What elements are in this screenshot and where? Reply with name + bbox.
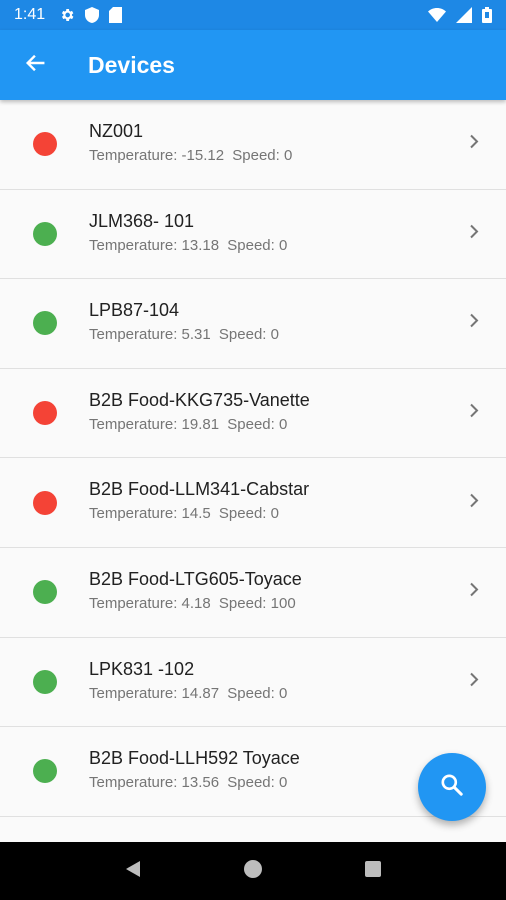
device-list: NZ001 Temperature: -15.12 Speed: 0 JLM36… (0, 100, 506, 842)
speed-label: Speed: 100 (218, 594, 296, 612)
speed-label: Speed: 0 (232, 147, 293, 164)
device-details: Temperature: -15.12 Speed: 0 (89, 146, 292, 166)
chevron-right-icon (468, 134, 480, 155)
device-name: JLM368- 101 (89, 210, 195, 231)
status-time: 1:41 (14, 6, 46, 23)
chevron-right-icon (468, 671, 480, 692)
status-dot (33, 759, 57, 784)
temperature-label: Temperature: 14.87 (89, 684, 220, 702)
device-row[interactable]: LPK831 -102 Temperature: 14.87 Speed: 0 (0, 638, 506, 728)
speed-label: Speed: 0 (227, 774, 288, 792)
arrow-back-icon (24, 52, 46, 79)
home-circle-icon[interactable] (243, 859, 263, 884)
temperature-label: Temperature: -15.12 (89, 147, 225, 164)
status-dot (33, 311, 57, 336)
temperature-label: Temperature: 5.31 (89, 326, 211, 344)
device-row[interactable]: B2B Food-KKG735-Vanette Temperature: 19.… (0, 369, 506, 459)
device-name: B2B Food-LLH592 Toyace (89, 748, 300, 769)
device-details: Temperature: 14.87 Speed: 0 (89, 684, 287, 704)
settings-icon (59, 7, 75, 23)
device-name: NZ001 (89, 121, 144, 141)
status-dot (33, 221, 57, 246)
device-name: LPK831 -102 (89, 658, 195, 679)
speed-label: Speed: 0 (227, 684, 288, 702)
device-details: Temperature: 4.18 Speed: 100 (89, 594, 302, 614)
speed-label: Speed: 0 (218, 326, 279, 344)
status-dot (33, 669, 57, 694)
search-fab[interactable] (418, 753, 486, 821)
wifi-icon (428, 8, 446, 22)
device-name: B2B Food-KKG735-Vanette (89, 389, 310, 410)
device-row[interactable]: NZ001 Temperature: -15.12 Speed: 0 (0, 100, 506, 190)
status-dot (33, 580, 57, 605)
speed-label: Speed: 0 (218, 505, 279, 523)
device-name: LPB87-104 (89, 300, 180, 321)
signal-icon (456, 7, 472, 23)
device-name: B2B Food-LLM341-Cabstar (89, 479, 310, 500)
device-row[interactable]: JLM368- 101 Temperature: 13.18 Speed: 0 (0, 190, 506, 280)
speed-label: Speed: 0 (227, 236, 288, 254)
device-details: Temperature: 19.81 Speed: 0 (89, 415, 310, 435)
back-triangle-icon[interactable] (123, 859, 143, 884)
temperature-label: Temperature: 13.56 (89, 774, 220, 792)
status-dot (33, 132, 57, 157)
temperature-label: Temperature: 4.18 (89, 594, 211, 612)
device-details: Temperature: 13.18 Speed: 0 (89, 236, 287, 256)
speed-label: Speed: 0 (227, 415, 288, 433)
device-name: B2B Food-LTG605-Toyace (89, 568, 302, 589)
device-row[interactable]: B2B Food-LLM341-Cabstar Temperature: 14.… (0, 458, 506, 548)
battery-icon (482, 7, 492, 23)
status-dot (33, 490, 57, 515)
temperature-label: Temperature: 13.18 (89, 236, 220, 254)
system-nav-bar (0, 842, 506, 900)
back-button[interactable] (0, 30, 70, 100)
sd-card-icon (109, 7, 123, 23)
shield-icon (85, 7, 100, 23)
temperature-label: Temperature: 19.81 (89, 415, 220, 433)
chevron-right-icon (468, 403, 480, 424)
device-row-partial[interactable] (0, 817, 506, 842)
page-title: Devices (88, 51, 175, 78)
device-details: Temperature: 13.56 Speed: 0 (89, 773, 300, 793)
status-dot (33, 401, 57, 426)
app-bar: Devices (0, 30, 506, 100)
device-row[interactable]: LPB87-104 Temperature: 5.31 Speed: 0 (0, 279, 506, 369)
temperature-label: Temperature: 14.5 (89, 505, 211, 523)
status-bar: 1:41 (0, 0, 506, 30)
device-details: Temperature: 5.31 Speed: 0 (89, 325, 279, 345)
device-details: Temperature: 14.5 Speed: 0 (89, 504, 309, 524)
chevron-right-icon (468, 223, 480, 244)
chevron-right-icon (468, 582, 480, 603)
chevron-right-icon (468, 313, 480, 334)
device-row[interactable]: B2B Food-LTG605-Toyace Temperature: 4.18… (0, 548, 506, 638)
search-icon (439, 772, 465, 803)
recents-square-icon[interactable] (363, 859, 383, 884)
chevron-right-icon (468, 492, 480, 513)
